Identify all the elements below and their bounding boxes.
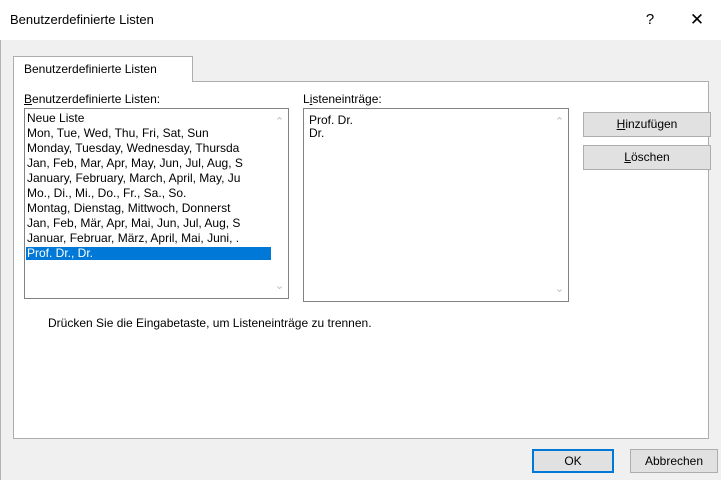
tab-custom-lists[interactable]: Benutzerdefinierte Listen xyxy=(13,56,193,82)
help-icon[interactable]: ? xyxy=(638,9,662,31)
scroll-down-icon[interactable]: ⌄ xyxy=(271,279,288,292)
list-item[interactable]: Mo., Di., Mi., Do., Fr., Sa., So. xyxy=(26,187,273,200)
scroll-up-icon[interactable]: ⌃ xyxy=(551,115,568,128)
list-item[interactable]: Neue Liste xyxy=(26,112,273,125)
list-item[interactable]: Januar, Februar, März, April, Mai, Juni,… xyxy=(26,232,273,245)
list-item[interactable]: Montag, Dienstag, Mittwoch, Donnerst xyxy=(26,202,273,215)
add-button-rest: inzufügen xyxy=(625,117,678,131)
add-button[interactable]: Hinzufügen xyxy=(583,112,711,137)
list-item[interactable]: Jan, Feb, Mar, Apr, May, Jun, Jul, Aug, … xyxy=(26,157,273,170)
list-item[interactable]: Mon, Tue, Wed, Thu, Fri, Sat, Sun xyxy=(26,127,273,140)
list-item[interactable]: Prof. Dr., Dr. xyxy=(26,247,273,260)
custom-lists-listbox[interactable]: Neue Liste Mon, Tue, Wed, Thu, Fri, Sat, … xyxy=(24,108,289,299)
custom-lists-label-accesskey: B xyxy=(24,92,33,106)
custom-lists-label-rest: enutzerdefinierte Listen: xyxy=(32,92,161,106)
delete-button-accesskey: L xyxy=(624,150,631,164)
delete-button-rest: öschen xyxy=(630,150,670,164)
scroll-down-icon[interactable]: ⌄ xyxy=(551,282,568,295)
window-title: Benutzerdefinierte Listen xyxy=(10,12,154,27)
list-entries-scrollbar[interactable]: ⌃ ⌄ xyxy=(551,109,568,301)
list-item[interactable]: Jan, Feb, Mär, Apr, Mai, Jun, Jul, Aug, … xyxy=(26,217,273,230)
list-item[interactable]: Monday, Tuesday, Wednesday, Thursda xyxy=(26,142,273,155)
separator-hint: Drücken Sie die Eingabetaste, um Listene… xyxy=(48,316,372,330)
scroll-up-icon[interactable]: ⌃ xyxy=(271,115,288,128)
entry-line: Prof. Dr. xyxy=(309,114,354,127)
list-entries-label-first: L xyxy=(303,92,310,106)
ok-button[interactable]: OK xyxy=(532,449,614,473)
custom-lists-label: Benutzerdefinierte Listen: xyxy=(24,92,160,106)
list-item[interactable]: January, February, March, April, May, Ju xyxy=(26,172,273,185)
cancel-button[interactable]: Abbrechen xyxy=(630,449,718,473)
custom-lists-scrollbar[interactable]: ⌃ ⌄ xyxy=(271,109,288,298)
entry-line: Dr. xyxy=(309,127,325,140)
list-entries-label-rest: steneinträge: xyxy=(312,92,382,106)
add-button-accesskey: H xyxy=(616,117,626,131)
list-entries-field[interactable]: Prof. Dr. Dr. ⌃ ⌄ xyxy=(303,108,569,302)
list-entries-label: Listeneinträge: xyxy=(303,92,382,106)
close-icon[interactable]: ✕ xyxy=(684,8,710,32)
window-border xyxy=(0,40,1,480)
delete-button[interactable]: Löschen xyxy=(583,145,711,170)
